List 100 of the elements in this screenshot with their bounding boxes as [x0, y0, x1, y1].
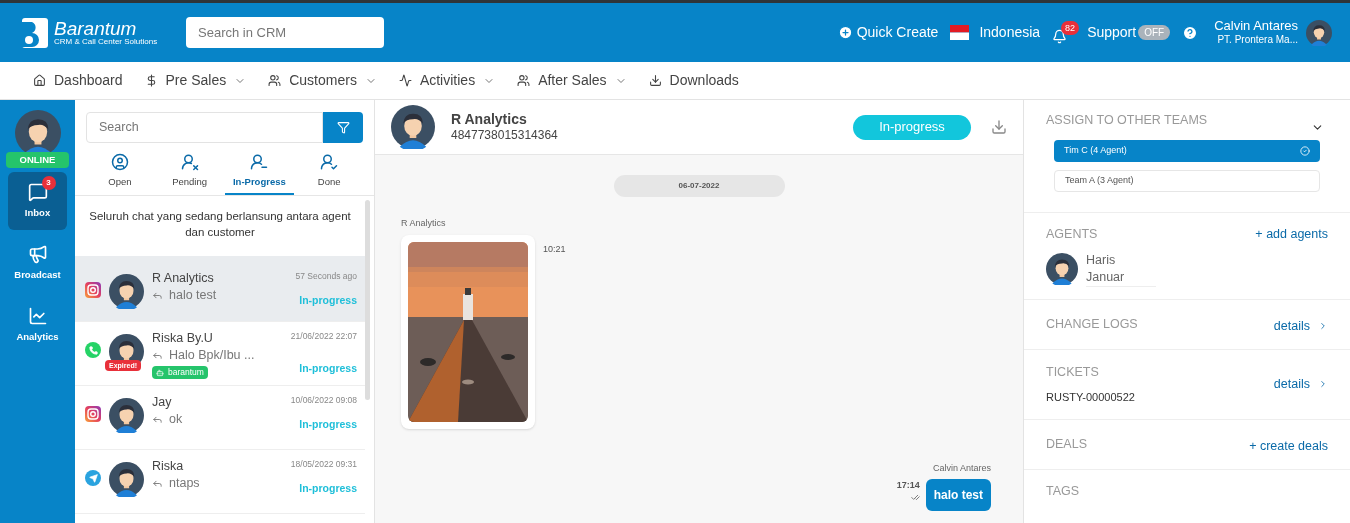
whatsapp-icon [85, 342, 101, 359]
contact-id: 4847738015314364 [451, 128, 558, 144]
agent-avatar [1046, 253, 1078, 286]
robot-icon [156, 368, 164, 377]
message-time: 17:14 [896, 479, 920, 492]
nav-menu-item[interactable]: Dashboard [33, 70, 123, 91]
plus-icon [837, 25, 853, 40]
instagram-icon [85, 406, 101, 423]
image-message[interactable] [401, 234, 535, 429]
download-icon [991, 119, 1007, 135]
sender-name: Calvin Antares [932, 461, 991, 475]
chart-icon [27, 305, 48, 326]
chevron-right-icon [1318, 379, 1328, 390]
nav-menu-item[interactable]: Customers [268, 70, 377, 91]
logo-tagline: CRM & Call Center Solutions [54, 38, 158, 46]
pulse-icon [398, 74, 412, 87]
filter-icon [336, 121, 350, 134]
chat-time: 10/06/2022 09:08 [290, 394, 357, 407]
contact-name: Riska [152, 458, 185, 475]
add-agents-link[interactable]: + add agents [1255, 225, 1328, 244]
sender-name: R Analytics [401, 217, 447, 230]
language-button[interactable]: Indonesia [979, 22, 1041, 43]
section-title: TAGS [1046, 483, 1080, 498]
flag-icon [950, 25, 970, 40]
users-icon [268, 74, 282, 87]
search-field[interactable]: Search in CRM [186, 17, 384, 48]
instagram-icon [85, 282, 101, 299]
nav-menu-item[interactable]: Downloads [648, 70, 739, 91]
contact-name: Riska By.U [152, 330, 214, 347]
home-icon [33, 74, 46, 87]
contact-name: R Analytics [451, 110, 528, 129]
chat-status: In-progress [299, 293, 357, 308]
chat-status: In-progress [299, 481, 357, 496]
nav-menu-item[interactable]: After Sales [517, 70, 627, 91]
section-title: ASSIGN TO OTHER TEAMS [1046, 112, 1208, 129]
chat-status: In-progress [299, 417, 357, 432]
notification-button[interactable]: 82 [1052, 21, 1080, 44]
chat-list-item[interactable]: R Analytics halo test 57 Seconds ago In-progress [75, 256, 365, 323]
section-title: TICKETS [1046, 363, 1100, 381]
message-preview: Halo Bpk/Ibu ... [169, 347, 255, 365]
list-description: Seluruh chat yang sedang berlansung antara agent dan customer [88, 209, 352, 241]
quick-create-button[interactable]: Quick Create [837, 22, 939, 43]
agent-last-name: Januar [1086, 268, 1125, 286]
chat-time: 21/06/2022 22:07 [290, 330, 357, 343]
team-option[interactable]: Team A (3 Agent) [1054, 170, 1320, 192]
inbox-badge: 3 [41, 175, 56, 190]
status-tab[interactable]: Done [294, 153, 364, 196]
user-icon [110, 153, 129, 171]
rail-nav-item[interactable]: Broadcast [8, 234, 67, 292]
check-icon [1300, 146, 1310, 156]
chat-search-field[interactable]: Search [86, 112, 323, 143]
details-link[interactable]: details [1273, 374, 1328, 394]
contact-avatar [109, 398, 144, 434]
status-tab[interactable]: In-Progress [224, 153, 295, 196]
rail-nav-item[interactable]: 3 Inbox [8, 172, 67, 230]
nav-menu-item[interactable]: Pre Sales [144, 70, 247, 91]
section-title: CHANGE LOGS [1046, 315, 1138, 333]
chat-status: In-progress [299, 361, 357, 376]
ticket-number: RUSTY-00000522 [1046, 390, 1135, 406]
online-status: ONLINE [6, 152, 69, 168]
read-receipt-icon [910, 492, 920, 502]
rail-nav-item[interactable]: Analytics [8, 296, 67, 354]
contact-name: R Analytics [152, 270, 215, 287]
user-icon [250, 153, 269, 171]
user-company: PT. Prontera Ma... [1217, 34, 1298, 47]
contact-avatar [109, 274, 144, 310]
user-avatar [1306, 19, 1332, 46]
agent-first-name: Haris [1086, 251, 1117, 269]
chat-time: 18/05/2022 09:31 [290, 458, 357, 471]
create-deals-link[interactable]: + create deals [1249, 436, 1328, 456]
users-icon [517, 74, 531, 87]
download-button[interactable] [991, 119, 1007, 135]
details-link[interactable]: details [1273, 316, 1328, 336]
telegram-icon [85, 470, 101, 487]
nav-menu-item[interactable]: Activities [398, 70, 496, 91]
chevron-right-icon [1318, 321, 1328, 332]
filter-button[interactable] [323, 112, 363, 143]
section-title: DEALS [1046, 435, 1087, 453]
team-option[interactable]: Tim C (4 Agent) [1054, 140, 1320, 162]
chat-icon [27, 181, 48, 202]
logo-name: Barantum [54, 19, 138, 38]
message-preview: halo test [169, 287, 217, 305]
status-tab[interactable]: Pending [154, 153, 225, 196]
message-preview: ntaps [169, 475, 200, 493]
megaphone-icon [27, 243, 48, 264]
help-icon[interactable] [1182, 24, 1199, 41]
bell-icon [1052, 29, 1068, 44]
chat-time: 57 Seconds ago [295, 270, 357, 283]
contact-avatar [391, 105, 435, 149]
user-icon [320, 153, 339, 171]
notification-badge: 82 [1061, 21, 1080, 35]
message-bubble: halo test [925, 479, 991, 511]
message-preview: ok [169, 411, 183, 429]
user-icon [180, 153, 199, 171]
bot-tag: barantum [152, 366, 208, 380]
user-name: Calvin Antares [1214, 18, 1298, 35]
message-time: 10:21 [543, 242, 566, 256]
contact-avatar [109, 462, 144, 498]
status-tab[interactable]: Open [85, 153, 155, 196]
contact-name: Jay [152, 394, 173, 411]
